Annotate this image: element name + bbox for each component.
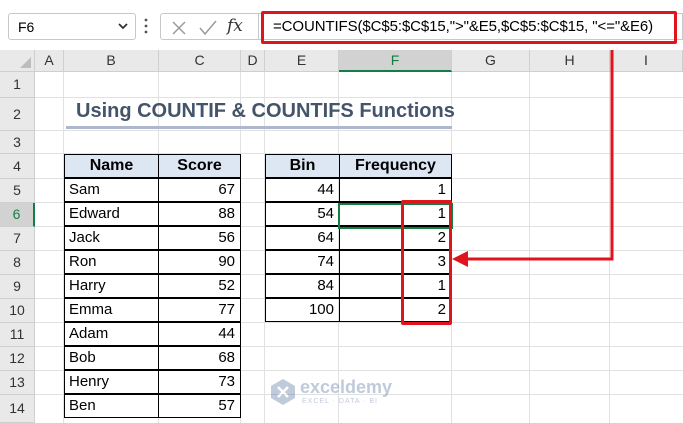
column-header-e[interactable]: E <box>265 50 339 72</box>
watermark-name: exceldemy <box>300 377 393 397</box>
frequency-highlight-box <box>401 200 452 325</box>
name-cell[interactable]: Henry <box>64 370 159 394</box>
row-header-2[interactable]: 2 <box>0 98 35 131</box>
exceldemy-logo-icon <box>271 379 295 405</box>
row-header-10[interactable]: 10 <box>0 299 35 323</box>
row-header-8[interactable]: 8 <box>0 251 35 275</box>
freq-table-header-frequency[interactable]: Frequency <box>339 154 452 178</box>
formula-bar: F6 fx =COUNTIFS($C$5:$C$15,">"&E5,$C$5:$… <box>0 0 683 50</box>
row-header-9[interactable]: 9 <box>0 275 35 299</box>
name-box[interactable]: F6 <box>8 13 136 40</box>
row-header-1[interactable]: 1 <box>0 72 35 98</box>
row-header-12[interactable]: 12 <box>0 347 35 371</box>
name-cell[interactable]: Bob <box>64 346 159 370</box>
spreadsheet-grid: A B C D E F G H I 1 2 3 4 5 6 7 8 9 10 1… <box>0 50 683 423</box>
name-cell[interactable]: Ben <box>64 394 159 418</box>
name-cell[interactable]: Edward <box>64 202 159 226</box>
column-header-c[interactable]: C <box>159 50 241 72</box>
bin-cell[interactable]: 64 <box>265 226 340 250</box>
column-header-i[interactable]: I <box>610 50 683 72</box>
score-cell[interactable]: 57 <box>158 394 241 418</box>
row-header-3[interactable]: 3 <box>0 131 35 154</box>
score-cell[interactable]: 68 <box>158 346 241 370</box>
cancel-icon[interactable] <box>171 20 187 36</box>
row-header-11[interactable]: 11 <box>0 323 35 347</box>
bin-cell[interactable]: 100 <box>265 298 340 322</box>
formula-highlight-box <box>261 11 677 44</box>
formula-bar-controls: fx <box>160 13 258 40</box>
score-cell[interactable]: 52 <box>158 274 241 298</box>
row-header-6[interactable]: 6 <box>0 203 35 227</box>
column-header-d[interactable]: D <box>241 50 265 72</box>
column-header-f[interactable]: F <box>339 50 452 72</box>
frequency-cell[interactable]: 1 <box>339 178 452 202</box>
score-cell[interactable]: 77 <box>158 298 241 322</box>
bin-cell[interactable]: 44 <box>265 178 340 202</box>
name-cell[interactable]: Emma <box>64 298 159 322</box>
row-header-5[interactable]: 5 <box>0 179 35 203</box>
name-box-value: F6 <box>18 19 35 35</box>
title-underline <box>66 126 452 129</box>
score-table-header-score[interactable]: Score <box>158 154 241 178</box>
row-header-13[interactable]: 13 <box>0 371 35 395</box>
bin-cell[interactable]: 84 <box>265 274 340 298</box>
gridline <box>35 97 683 98</box>
name-cell[interactable]: Adam <box>64 322 159 346</box>
select-all-button[interactable] <box>0 50 35 72</box>
column-header-h[interactable]: H <box>530 50 610 72</box>
row-header-4[interactable]: 4 <box>0 154 35 179</box>
gridline <box>35 130 683 131</box>
score-table-header-name[interactable]: Name <box>64 154 159 178</box>
bin-cell[interactable]: 54 <box>265 202 340 226</box>
row-header-14[interactable]: 14 <box>0 395 35 423</box>
column-header-b[interactable]: B <box>64 50 159 72</box>
name-cell[interactable]: Ron <box>64 250 159 274</box>
score-cell[interactable]: 67 <box>158 178 241 202</box>
column-header-a[interactable]: A <box>35 50 64 72</box>
score-cell[interactable]: 56 <box>158 226 241 250</box>
exceldemy-watermark: exceldemy EXCEL · DATA · BI <box>270 375 440 411</box>
score-cell[interactable]: 90 <box>158 250 241 274</box>
row-header-7[interactable]: 7 <box>0 227 35 251</box>
name-cell[interactable]: Jack <box>64 226 159 250</box>
sheet-title[interactable]: Using COUNTIF & COUNTIFS Functions <box>76 100 455 123</box>
bin-cell[interactable]: 74 <box>265 250 340 274</box>
more-options-icon[interactable] <box>143 16 149 36</box>
score-cell[interactable]: 73 <box>158 370 241 394</box>
watermark-tagline: EXCEL · DATA · BI <box>302 398 378 405</box>
checkmark-icon[interactable] <box>199 20 217 36</box>
score-cell[interactable]: 44 <box>158 322 241 346</box>
column-header-g[interactable]: G <box>452 50 530 72</box>
name-cell[interactable]: Harry <box>64 274 159 298</box>
chevron-down-icon[interactable] <box>117 20 129 32</box>
score-cell[interactable]: 88 <box>158 202 241 226</box>
name-cell[interactable]: Sam <box>64 178 159 202</box>
freq-table-header-bin[interactable]: Bin <box>265 154 340 178</box>
insert-function-icon[interactable]: fx <box>227 16 243 36</box>
